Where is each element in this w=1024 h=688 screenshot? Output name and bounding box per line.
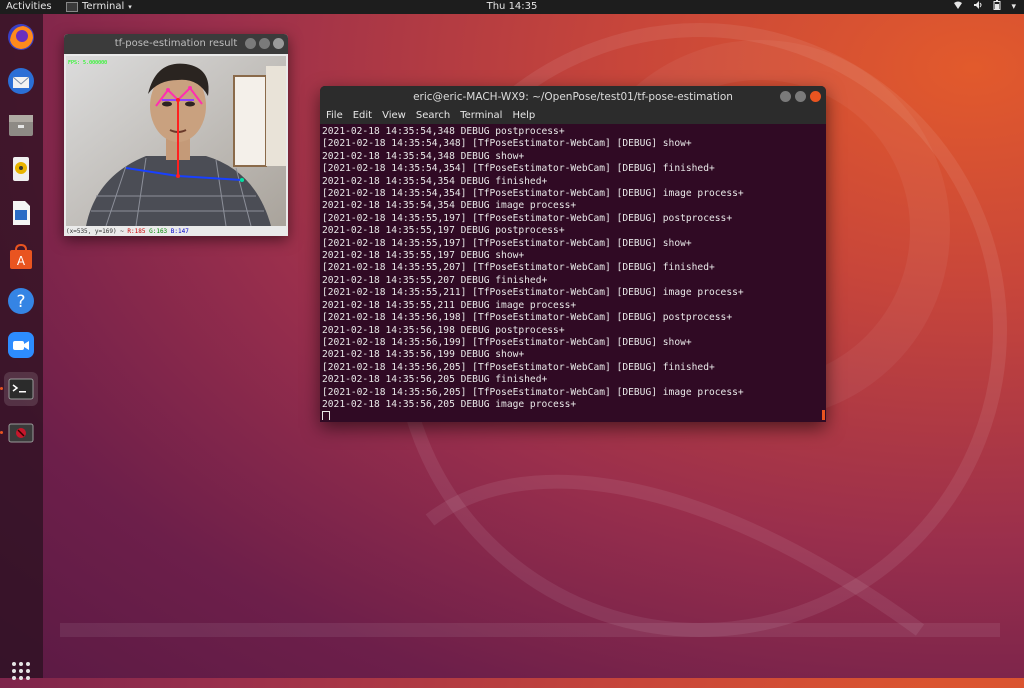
volume-icon [973, 0, 983, 15]
terminal-line: [2021-02-18 14:35:55,207] [TfPoseEstimat… [322, 262, 715, 274]
dock-item-firefox[interactable] [4, 20, 38, 54]
webcam-pose-image: FPS: 5.000000 [66, 56, 286, 226]
chevron-down-icon: ▾ [1011, 2, 1016, 12]
pose-window-titlebar[interactable]: tf-pose-estimation result [64, 34, 288, 54]
terminal-line: [2021-02-18 14:35:55,197] [TfPoseEstimat… [322, 212, 733, 224]
top-bar: Activities Terminal ▾ Thu 14:35 ▾ [0, 0, 1024, 14]
terminal-line: [2021-02-18 14:35:54,348] [TfPoseEstimat… [322, 138, 692, 150]
menu-edit[interactable]: Edit [353, 108, 372, 124]
menu-search[interactable]: Search [416, 108, 450, 124]
terminal-window[interactable]: eric@eric-MACH-WX9: ~/OpenPose/test01/tf… [320, 86, 826, 422]
software-center-icon: A [10, 243, 32, 269]
terminal-scroll-indicator [822, 410, 825, 420]
terminal-line: [2021-02-18 14:35:54,354] [TfPoseEstimat… [322, 188, 744, 200]
terminal-line: [2021-02-18 14:35:56,199] [TfPoseEstimat… [322, 336, 692, 348]
terminal-line: [2021-02-18 14:35:55,197] [TfPoseEstimat… [322, 237, 692, 249]
pose-window-title: tf-pose-estimation result [114, 38, 238, 49]
terminal-menubar: File Edit View Search Terminal Help [320, 108, 826, 124]
activities-button[interactable]: Activities [6, 0, 52, 14]
menu-file[interactable]: File [326, 108, 343, 124]
terminal-line: 2021-02-18 14:35:56,205 DEBUG finished+ [322, 374, 548, 386]
firefox-icon [8, 24, 34, 50]
battery-icon [993, 0, 1001, 15]
dock-item-thunderbird[interactable] [4, 64, 38, 98]
svg-text:?: ? [16, 292, 25, 312]
clock[interactable]: Thu 14:35 [0, 0, 1024, 14]
help-icon: ? [8, 288, 34, 314]
zoom-icon [8, 332, 34, 358]
terminal-line: 2021-02-18 14:35:56,205 DEBUG image proc… [322, 398, 577, 410]
minimize-button[interactable] [780, 91, 791, 102]
terminal-line: 2021-02-18 14:35:54,348 DEBUG show+ [322, 150, 525, 162]
dock-item-software[interactable]: A [4, 240, 38, 274]
pose-status-bar: (x=535, y=169) ~ R:185 G:163 B:147 [66, 228, 286, 236]
terminal-output[interactable]: 2021-02-18 14:35:54,348 DEBUG postproces… [322, 126, 822, 420]
terminal-line: [2021-02-18 14:35:56,198] [TfPoseEstimat… [322, 312, 733, 324]
running-indicator [0, 431, 3, 434]
terminal-line: [2021-02-18 14:35:56,205] [TfPoseEstimat… [322, 386, 744, 398]
app-menu[interactable]: Terminal ▾ [66, 0, 132, 14]
chevron-down-icon: ▾ [128, 3, 132, 11]
terminal-line: 2021-02-18 14:35:55,207 DEBUG finished+ [322, 274, 548, 286]
dock-item-files[interactable] [4, 108, 38, 142]
close-button[interactable] [810, 91, 821, 102]
close-button[interactable] [273, 38, 284, 49]
terminal-line: [2021-02-18 14:35:54,354] [TfPoseEstimat… [322, 163, 715, 175]
fps-overlay: FPS: 5.000000 [68, 60, 107, 66]
files-icon [9, 115, 33, 136]
terminal-titlebar[interactable]: eric@eric-MACH-WX9: ~/OpenPose/test01/tf… [320, 86, 826, 108]
menu-view[interactable]: View [382, 108, 406, 124]
dock-item-help[interactable]: ? [4, 284, 38, 318]
terminal-line: 2021-02-18 14:35:56,198 DEBUG postproces… [322, 324, 565, 336]
pixel-r-value: R:185 [127, 228, 146, 235]
pixel-b-value: B:147 [170, 228, 189, 235]
running-indicator [0, 387, 3, 390]
show-applications-button[interactable] [4, 654, 38, 688]
cursor-position: (x=535, y=169) ~ [66, 228, 124, 235]
terminal-line: 2021-02-18 14:35:55,197 DEBUG show+ [322, 250, 525, 262]
rhythmbox-icon [13, 157, 29, 181]
menu-help[interactable]: Help [512, 108, 535, 124]
terminal-title: eric@eric-MACH-WX9: ~/OpenPose/test01/tf… [413, 91, 733, 103]
pixel-g-value: G:163 [149, 228, 168, 235]
terminal-line: 2021-02-18 14:35:54,348 DEBUG postproces… [322, 126, 565, 137]
pose-result-window[interactable]: tf-pose-estimation result FPS: 5.000000 … [64, 34, 288, 236]
pose-viewer-icon [8, 423, 34, 443]
dock-item-writer[interactable] [4, 196, 38, 230]
terminal-line: 2021-02-18 14:35:55,197 DEBUG postproces… [322, 225, 565, 237]
dock-item-terminal[interactable] [4, 372, 38, 406]
dock: A ? [0, 14, 43, 680]
terminal-line: [2021-02-18 14:35:55,211] [TfPoseEstimat… [322, 287, 744, 299]
terminal-mini-icon [66, 2, 78, 12]
app-grid-icon [12, 662, 30, 680]
maximize-button[interactable] [795, 91, 806, 102]
svg-text:A: A [17, 254, 26, 268]
dock-item-pose-viewer[interactable] [4, 416, 38, 450]
terminal-line: 2021-02-18 14:35:54,354 DEBUG image proc… [322, 200, 577, 212]
maximize-button[interactable] [259, 38, 270, 49]
terminal-line: 2021-02-18 14:35:54,354 DEBUG finished+ [322, 175, 548, 187]
terminal-icon [8, 378, 34, 400]
dock-item-zoom[interactable] [4, 328, 38, 362]
terminal-line: 2021-02-18 14:35:56,199 DEBUG show+ [322, 349, 525, 361]
app-menu-label: Terminal [82, 1, 125, 12]
menu-terminal[interactable]: Terminal [460, 108, 502, 124]
terminal-line: [2021-02-18 14:35:56,205] [TfPoseEstimat… [322, 361, 715, 373]
libreoffice-writer-icon [13, 201, 30, 225]
minimize-button[interactable] [245, 38, 256, 49]
thunderbird-icon [8, 68, 34, 94]
terminal-line: 2021-02-18 14:35:55,211 DEBUG image proc… [322, 299, 577, 311]
network-icon [953, 0, 963, 15]
terminal-cursor [322, 411, 330, 420]
system-tray[interactable]: ▾ [953, 0, 1016, 15]
dock-item-rhythmbox[interactable] [4, 152, 38, 186]
